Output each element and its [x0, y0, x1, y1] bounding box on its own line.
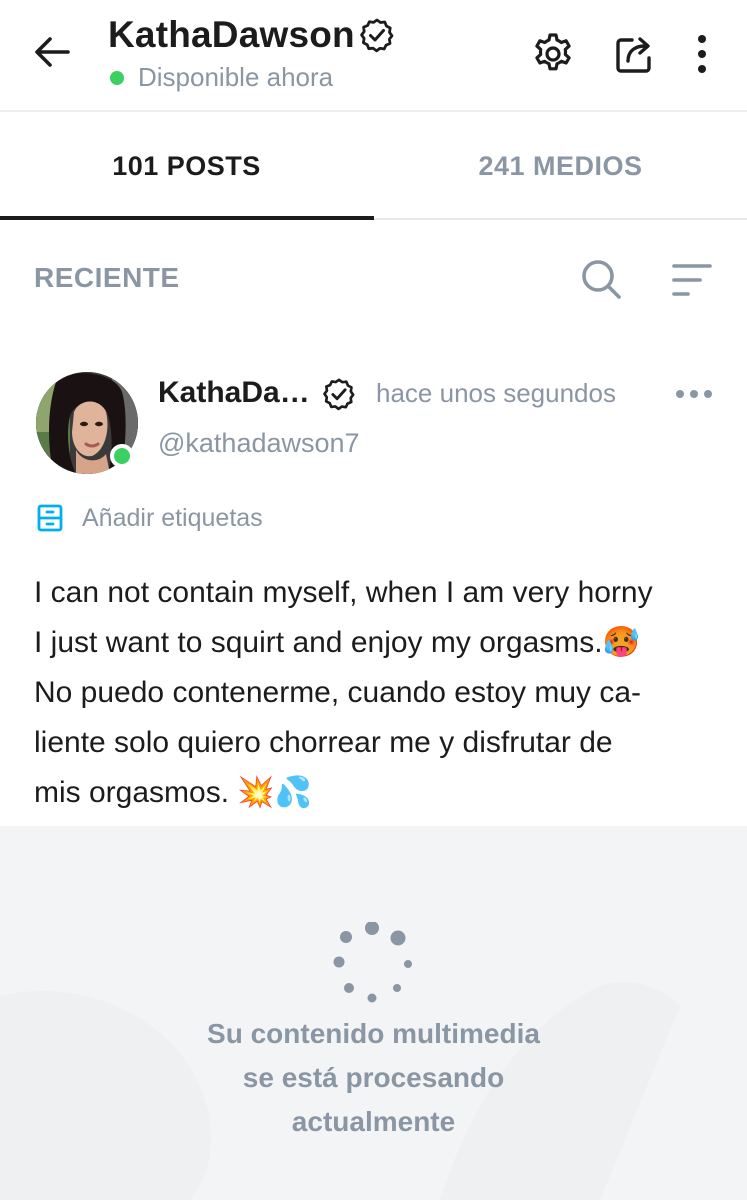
online-indicator [110, 444, 134, 468]
verified-icon [323, 378, 355, 411]
availability-text: Disponible ahora [138, 62, 334, 92]
profile-tabs: 101 POSTS 241 MEDIOS [0, 112, 747, 220]
processing-line: actualmente [291, 1106, 456, 1137]
media-processing-panel: Su contenido multimedia se está procesan… [0, 826, 747, 1200]
back-arrow-icon[interactable] [30, 30, 74, 74]
post-text-line: No puedo contenerme, cuando estoy muy ca… [34, 676, 642, 709]
online-dot-icon [110, 70, 124, 85]
more-horizontal-icon[interactable] [674, 382, 714, 406]
post-text-line: I just want to squirt and enjoy my orgas… [34, 626, 640, 659]
profile-name: KathaDawson [108, 14, 355, 55]
post-text-line: liente solo quiero chorrear me y disfrut… [34, 726, 613, 759]
post-text-line: I can not contain myself, when I am very… [34, 576, 653, 609]
post-timestamp: hace unos segundos [376, 378, 616, 408]
processing-message: Su contenido multimedia se está procesan… [0, 1012, 747, 1144]
profile-title-block: KathaDawson Disponible ahora [108, 14, 395, 93]
add-tags-button[interactable]: Añadir etiquetas [34, 502, 263, 534]
post-text-line: mis orgasmos. 💥💦 [34, 776, 313, 809]
processing-line: Su contenido multimedia [207, 1018, 540, 1049]
sort-label[interactable]: RECIENTE [34, 262, 180, 294]
kebab-menu-icon[interactable] [690, 31, 714, 77]
post-author-handle[interactable]: @kathadawson7 [158, 428, 360, 459]
verified-icon [360, 18, 394, 53]
processing-line: se está procesando [242, 1062, 505, 1093]
sort-bar: RECIENTE [0, 222, 747, 334]
top-app-bar: KathaDawson Disponible ahora [0, 0, 747, 112]
share-icon[interactable] [612, 31, 658, 77]
filter-icon[interactable] [670, 260, 714, 300]
gear-icon[interactable] [530, 31, 576, 77]
post-text: I can not contain myself, when I am very… [34, 568, 724, 818]
loading-spinner-icon [333, 922, 412, 1003]
search-icon[interactable] [578, 256, 624, 302]
tag-cabinet-icon [37, 504, 63, 532]
tab-posts[interactable]: 101 POSTS [0, 112, 373, 220]
post-author-name[interactable]: KathaDa… [158, 376, 310, 410]
availability-status: Disponible ahora [108, 62, 395, 93]
add-tags-label: Añadir etiquetas [82, 503, 263, 532]
tab-media[interactable]: 241 MEDIOS [374, 112, 747, 220]
profile-title[interactable]: KathaDawson [108, 14, 395, 56]
active-tab-indicator [0, 216, 374, 220]
